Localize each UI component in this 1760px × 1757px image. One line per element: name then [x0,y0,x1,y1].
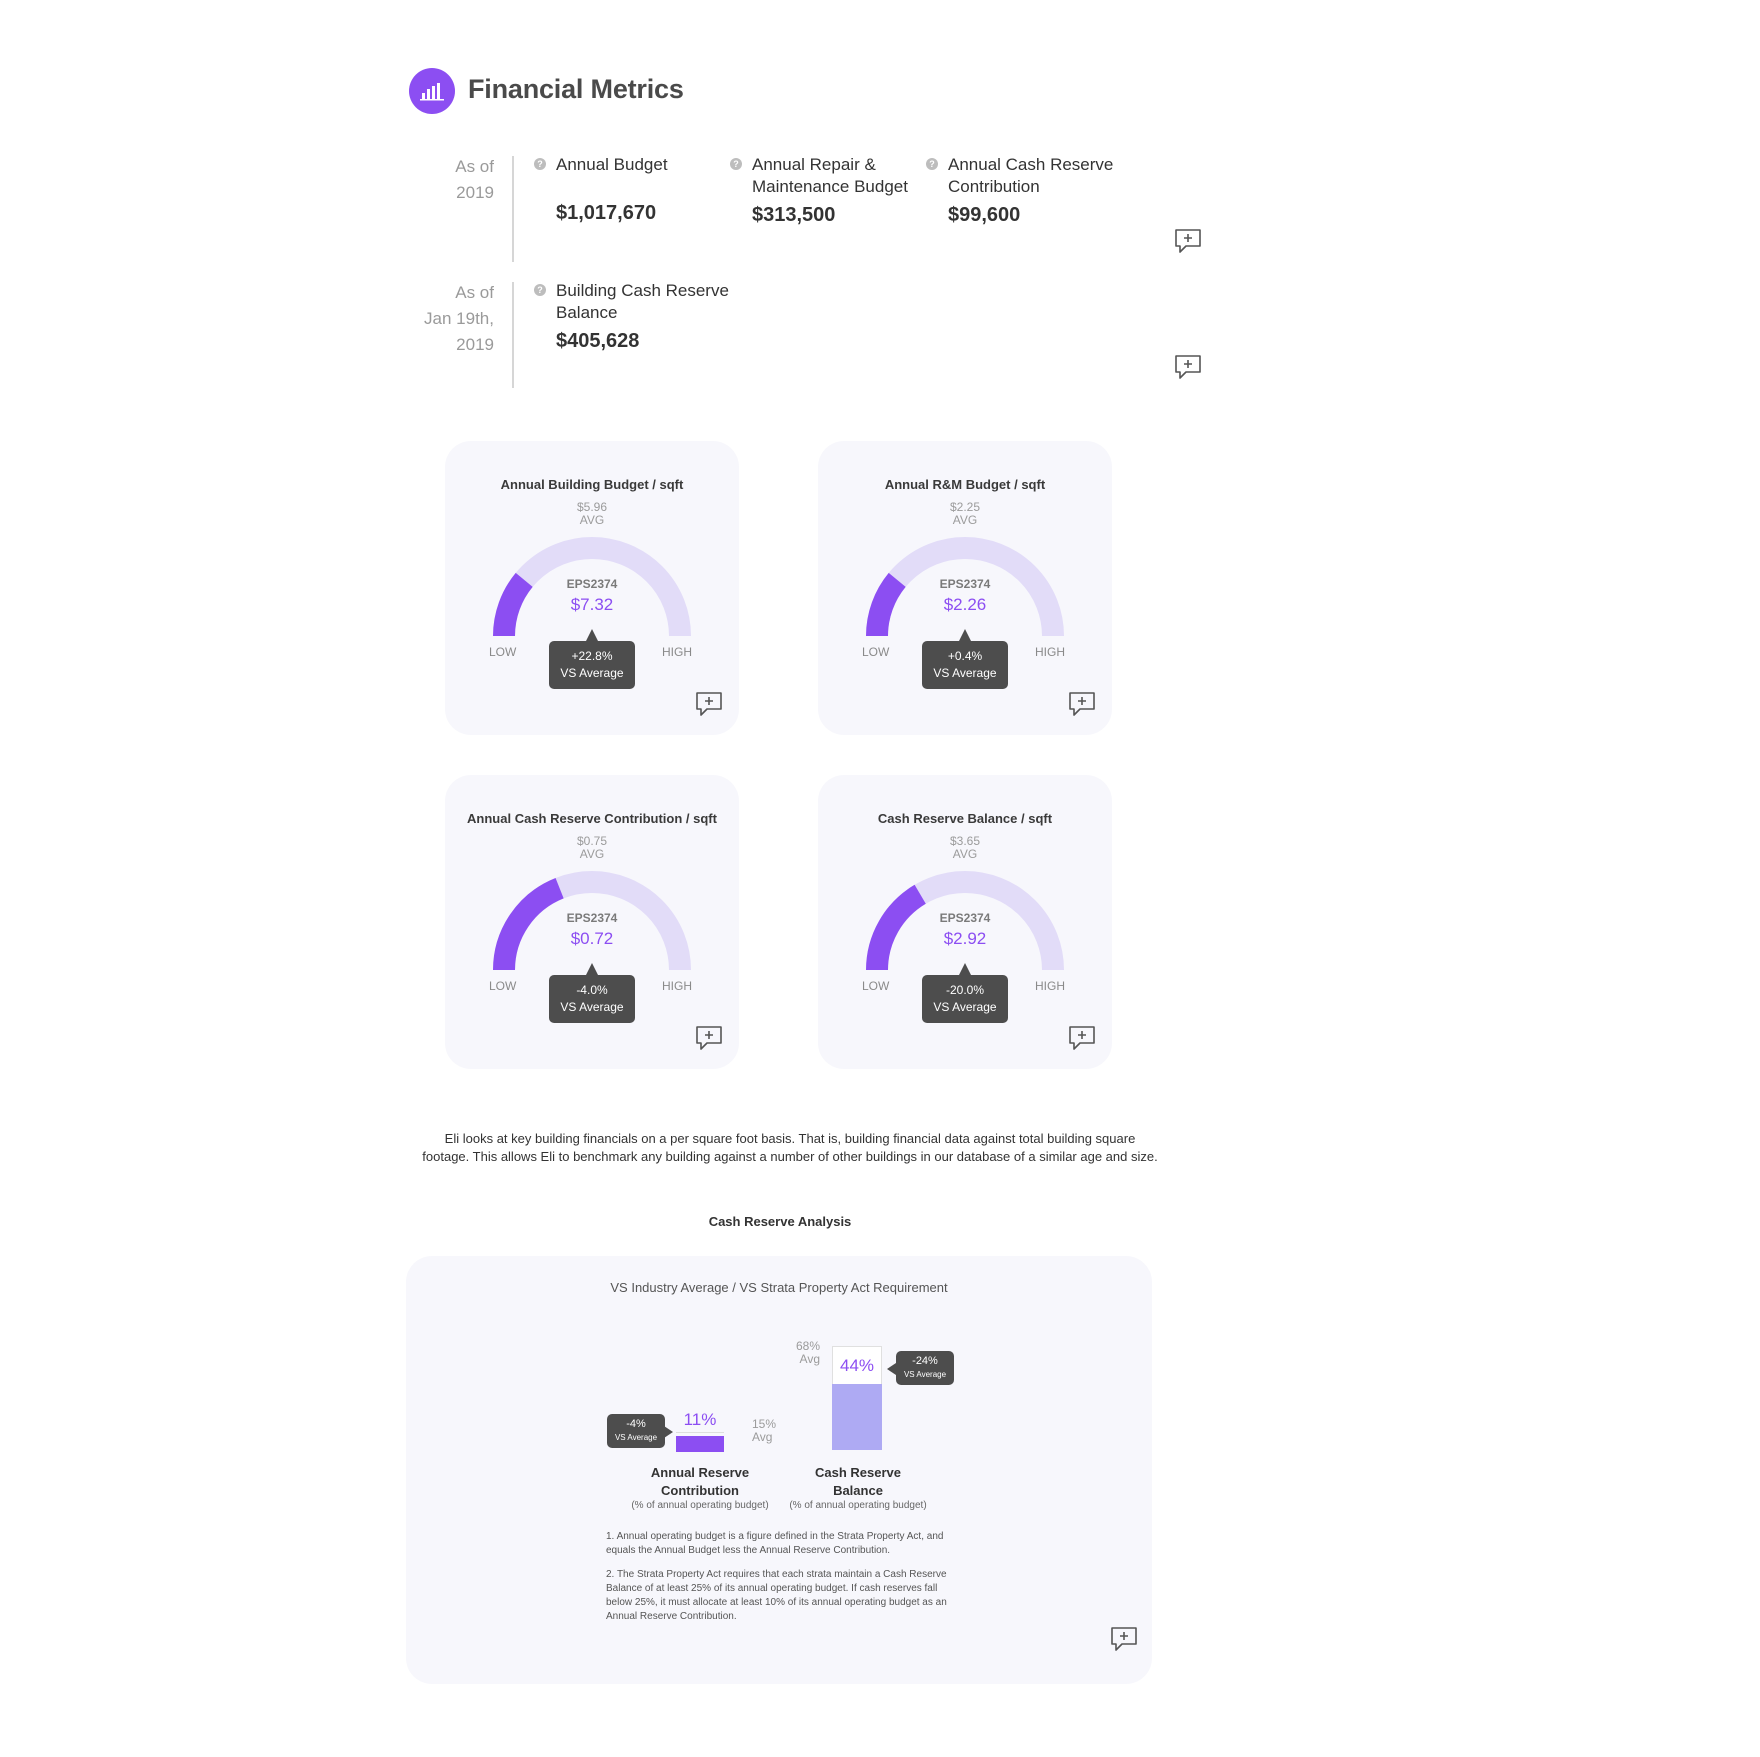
high-label: HIGH [662,979,692,993]
delta-tooltip: +22.8% VS Average [549,629,635,689]
gauge-track [866,537,1064,637]
add-comment-icon[interactable] [1174,354,1202,380]
gauge-card: Annual R&M Budget / sqft $2.25 AVG EPS2374 $… [818,441,1112,735]
delta-tooltip: -24% VS Average [896,1351,954,1385]
cash-reserve-balance-bar [832,1384,882,1450]
add-comment-icon[interactable] [1110,1626,1138,1652]
bar-value: 44% [839,1356,875,1375]
avg-marker [676,1432,724,1433]
add-comment-icon[interactable] [1068,1025,1096,1051]
gauge-title: Annual R&M Budget / sqft [884,477,1046,492]
gauge-card: Annual Building Budget / sqft $5.96 AVG EPS… [445,441,739,735]
building-id: EPS2374 [566,577,618,591]
reserve-contribution-bar [676,1436,724,1452]
gauge-value: $2.26 [943,595,987,614]
high-label: HIGH [1035,645,1065,659]
gauge-avg: $2.25 AVG [949,500,981,527]
help-icon[interactable]: ? [926,158,938,170]
delta-tooltip: +0.4% VS Average [922,629,1008,689]
delta-tooltip: -4% VS Average [607,1414,665,1448]
bar-label: Annual Reserve Contribution [650,1465,750,1498]
help-icon[interactable]: ? [730,158,742,170]
metric-cash-reserve-balance: Building Cash Reserve Balance $405,628 [556,281,729,352]
add-comment-icon[interactable] [695,1025,723,1051]
description-paragraph: Eli looks at key building financials on … [422,1131,1158,1164]
footnote-2: 2. The Strata Property Act requires that… [606,1569,947,1622]
low-label: LOW [862,645,890,659]
building-id: EPS2374 [566,911,618,925]
delta-tooltip: -4.0% VS Average [549,963,635,1023]
page-title: Financial Metrics [468,74,684,104]
low-label: LOW [862,979,890,993]
help-icon[interactable]: ? [534,284,546,296]
bar-label: Cash Reserve Balance [815,1465,901,1498]
tooltip-arrow [664,1426,673,1438]
metric-reserve-contribution: Annual Cash Reserve Contribution $99,600 [948,155,1114,226]
building-id: EPS2374 [939,911,991,925]
bar-sublabel: (% of annual operating budget) [789,1500,927,1511]
metric-annual-budget: Annual Budget $1,017,670 [556,155,668,224]
bar-value: 11% [683,1410,717,1429]
gauge-card: Annual Cash Reserve Contribution / sqft $… [445,775,739,1069]
gauge-title: Cash Reserve Balance / sqft [877,811,1053,826]
cash-reserve-title: Cash Reserve Analysis [708,1214,852,1229]
gauge-avg: $0.75 AVG [576,834,608,861]
footnote-1: 1. Annual operating budget is a figure d… [606,1531,944,1556]
gauge-value: $7.32 [570,595,614,614]
gauge-card: Cash Reserve Balance / sqft $3.65 AVG EPS23… [818,775,1112,1069]
avg-label: 15% Avg [752,1417,777,1444]
divider [512,282,514,388]
building-id: EPS2374 [939,577,991,591]
gauge-value: $0.72 [570,929,614,948]
delta-tooltip: -20.0% VS Average [922,963,1008,1023]
divider [512,156,514,262]
gauge-title: Annual Building Budget / sqft [500,477,684,492]
gauge-avg: $5.96 AVG [576,500,608,527]
high-label: HIGH [662,645,692,659]
gauge-value: $2.92 [943,929,987,948]
add-comment-icon[interactable] [1174,228,1202,254]
avg-label: 68% Avg [795,1339,820,1366]
gauge-title: Annual Cash Reserve Contribution / sqft [467,811,717,826]
as-of-label: As of 2019 [455,157,494,202]
low-label: LOW [489,645,517,659]
gauge-track [493,537,691,637]
metric-repair-budget: Annual Repair & Maintenance Budget $313,… [752,155,908,226]
cash-reserve-subtitle: VS Industry Average / VS Strata Property… [610,1280,948,1295]
high-label: HIGH [1035,979,1065,993]
low-label: LOW [489,979,517,993]
gauge-avg: $3.65 AVG [949,834,981,861]
bar-chart-icon [409,68,455,114]
tooltip-arrow [887,1363,896,1375]
help-icon[interactable]: ? [534,158,546,170]
add-comment-icon[interactable] [695,691,723,717]
bar-sublabel: (% of annual operating budget) [631,1500,769,1511]
add-comment-icon[interactable] [1068,691,1096,717]
as-of-label: As of Jan 19th, 2019 [424,283,494,354]
